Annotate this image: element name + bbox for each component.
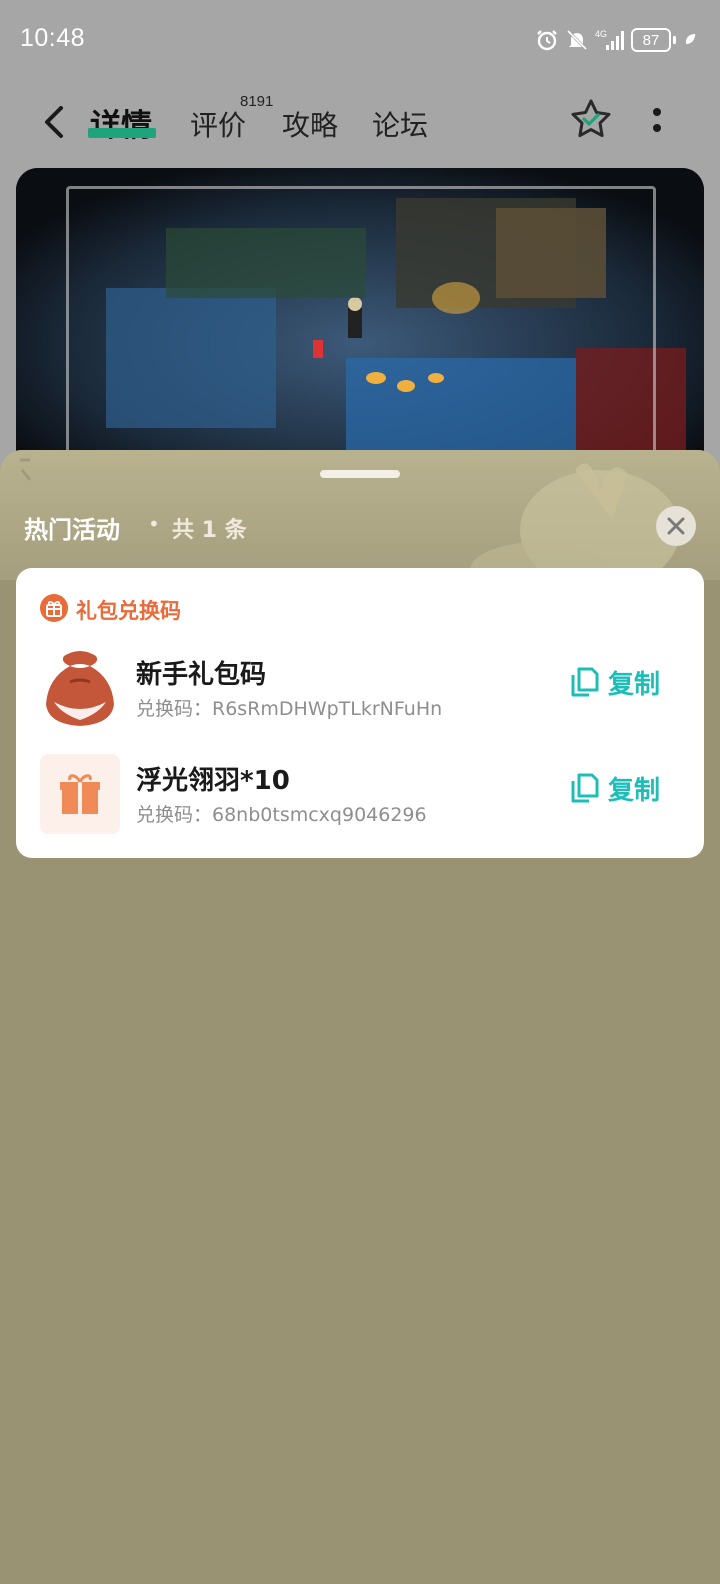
gift-row-2: 浮光翎羽*10 兑换码：68nb0tsmcxq9046296 复制	[16, 754, 704, 838]
copy-icon	[571, 773, 599, 803]
signal-icon: 4G	[595, 29, 624, 50]
gift-code: 兑换码：R6sRmDHWpTLkrNFuHn	[136, 698, 443, 720]
card-heading: 礼包兑换码	[76, 599, 181, 623]
status-time: 10:48	[20, 24, 86, 52]
close-button[interactable]	[656, 506, 696, 546]
leaf-icon	[685, 34, 696, 44]
gift-box-icon	[40, 754, 120, 834]
back-icon	[45, 106, 63, 138]
game-frame-border	[66, 186, 656, 482]
gift-row-1: 新手礼包码 兑换码：R6sRmDHWpTLkrNFuHn 复制	[16, 648, 704, 732]
reviews-count-badge: 8191	[240, 93, 274, 110]
copy-label: 复制	[608, 775, 661, 806]
sheet-title: 热门活动	[24, 516, 120, 544]
activity-sheet: 热门活动 • 共 1 条 礼包兑换码 新手礼包码 兑换码：R6sRmDHWpTL…	[0, 450, 720, 1584]
gift-name: 浮光翎羽*10	[136, 766, 290, 796]
battery-indicator: 87	[631, 28, 671, 52]
tab-guides[interactable]: 攻略	[282, 104, 338, 144]
status-icons: 4G 87	[535, 26, 698, 54]
gift-name: 新手礼包码	[136, 660, 267, 690]
drag-handle[interactable]	[320, 470, 400, 478]
sheet-title-dot: •	[148, 512, 160, 536]
more-vertical-icon[interactable]	[645, 100, 669, 140]
gift-code-card: 礼包兑换码 新手礼包码 兑换码：R6sRmDHWpTLkrNFuHn 复制 浮光…	[16, 568, 704, 858]
game-screenshot[interactable]	[16, 168, 704, 488]
tab-forum[interactable]: 论坛	[372, 104, 428, 144]
copy-button[interactable]: 复制	[570, 768, 680, 808]
sheet-count: 共 1 条	[172, 518, 247, 543]
battery-tip	[673, 36, 676, 44]
gift-heading-icon	[40, 594, 68, 622]
copy-button[interactable]: 复制	[570, 662, 680, 702]
tab-details[interactable]: 详情	[90, 100, 152, 145]
status-bar: 10:48 4G 87	[0, 0, 720, 80]
star-check-icon[interactable]	[570, 98, 612, 140]
tab-active-indicator	[88, 128, 156, 138]
gift-bag-icon	[46, 651, 114, 726]
copy-icon	[571, 667, 599, 697]
network-label: 4G	[595, 29, 607, 39]
mute-bell-icon	[566, 29, 588, 51]
copy-label: 复制	[608, 669, 661, 700]
close-icon	[667, 517, 685, 535]
back-button[interactable]	[36, 102, 72, 142]
tab-reviews[interactable]: 评价	[190, 104, 246, 144]
gift-code: 兑换码：68nb0tsmcxq9046296	[136, 804, 427, 826]
alarm-icon	[537, 30, 557, 51]
